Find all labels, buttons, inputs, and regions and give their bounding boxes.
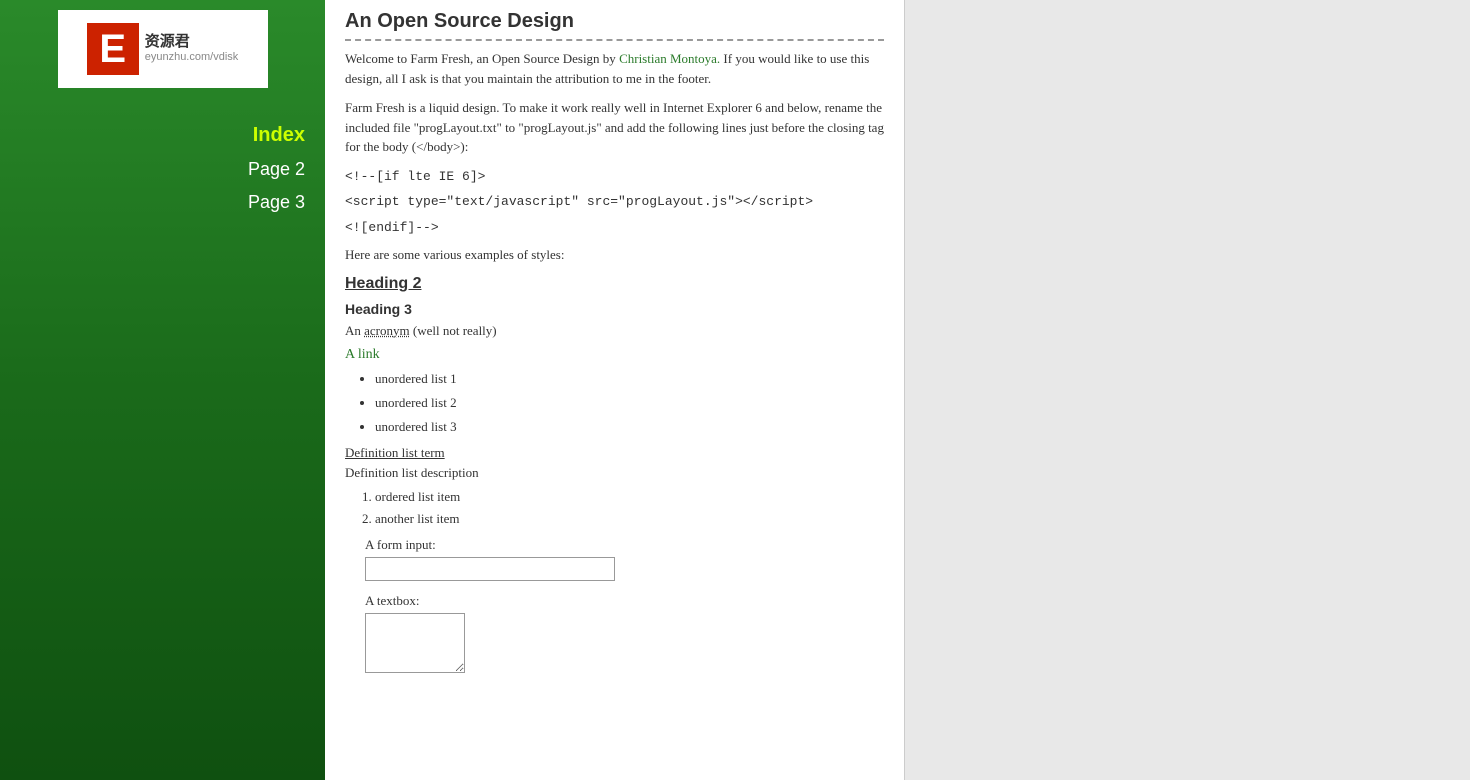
list-item: ordered list item [375, 489, 884, 505]
acronym-word: acronym [364, 323, 409, 338]
heading-3: Heading 3 [345, 301, 884, 317]
sidebar-item-page2[interactable]: Page 2 [0, 153, 325, 186]
dl-desc: Definition list description [345, 465, 884, 481]
examples-intro: Here are some various examples of styles… [345, 247, 884, 263]
list-item: unordered list 2 [375, 395, 884, 411]
unordered-list: unordered list 1 unordered list 2 unorde… [375, 371, 884, 435]
content-area: An Open Source Design Welcome to Farm Fr… [325, 0, 905, 780]
form-input[interactable] [365, 557, 615, 581]
list-item: unordered list 1 [375, 371, 884, 387]
acronym-post: (well not really) [410, 323, 497, 338]
heading-2: Heading 2 [345, 275, 884, 293]
form-textarea[interactable] [365, 613, 465, 673]
author-link[interactable]: Christian Montoya. [619, 51, 720, 66]
logo-line1: 资源君 [145, 33, 239, 51]
logo-line2: eyunzhu.com/vdisk [145, 51, 239, 64]
right-sidebar [905, 0, 1470, 780]
dl-term[interactable]: Definition list term [345, 445, 884, 461]
intro-paragraph: Welcome to Farm Fresh, an Open Source De… [345, 49, 884, 88]
list-item: another list item [375, 511, 884, 527]
a-link[interactable]: A link [345, 347, 884, 363]
logo-letter: E [87, 23, 139, 75]
code-line-1: <!--[if lte IE 6]> [345, 167, 884, 187]
liquid-design-paragraph: Farm Fresh is a liquid design. To make i… [345, 98, 884, 157]
sidebar-item-index[interactable]: Index [0, 118, 325, 153]
nav-link-page3[interactable]: Page 3 [248, 192, 305, 212]
acronym-pre: An [345, 323, 364, 338]
code-line-2: <script type="text/javascript" src="prog… [345, 192, 884, 212]
nav-link-index[interactable]: Index [253, 124, 305, 146]
sidebar-item-page3[interactable]: Page 3 [0, 186, 325, 219]
list-item: unordered list 3 [375, 419, 884, 435]
main-wrapper: An Open Source Design Welcome to Farm Fr… [325, 0, 1470, 780]
logo[interactable]: E 资源君 eyunzhu.com/vdisk [58, 10, 268, 88]
logo-text: 资源君 eyunzhu.com/vdisk [145, 33, 239, 64]
form-textarea-label: A textbox: [365, 593, 884, 609]
nav-link-page2[interactable]: Page 2 [248, 159, 305, 179]
code-line-3: <![endif]--> [345, 218, 884, 238]
form-section: A form input: A textbox: [365, 537, 884, 673]
form-input-label: A form input: [365, 537, 884, 553]
page-title: An Open Source Design [345, 10, 884, 41]
sidebar: E 资源君 eyunzhu.com/vdisk Index Page 2 Pag… [0, 0, 325, 780]
ordered-list: ordered list item another list item [375, 489, 884, 527]
intro-text-1: Welcome to Farm Fresh, an Open Source De… [345, 51, 619, 66]
acronym-paragraph: An acronym (well not really) [345, 323, 884, 339]
